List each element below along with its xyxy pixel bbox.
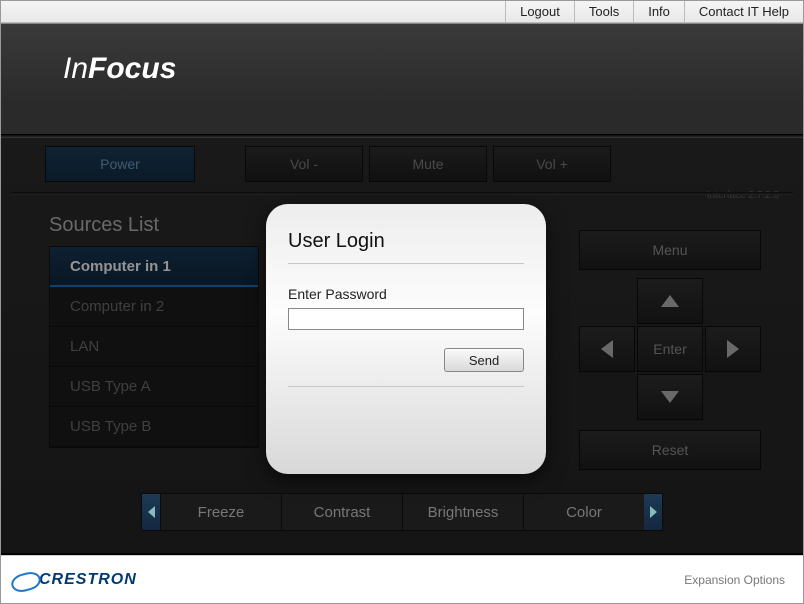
bottom-tab-strip: Freeze Contrast Brightness Color — [141, 493, 663, 531]
tab-scroll-left-button[interactable] — [142, 494, 160, 530]
footer: CRESTRON Expansion Options — [1, 555, 803, 603]
tab-freeze[interactable]: Freeze — [160, 494, 281, 530]
tab-scroll-right-button[interactable] — [644, 494, 662, 530]
send-button[interactable]: Send — [444, 348, 524, 372]
tab-brightness[interactable]: Brightness — [402, 494, 523, 530]
top-menu-bar: Logout Tools Info Contact IT Help — [1, 1, 803, 23]
password-label: Enter Password — [288, 286, 524, 302]
tab-color[interactable]: Color — [523, 494, 644, 530]
main-panel: InFocus Power Vol - Mute Vol + Interface… — [1, 23, 803, 555]
topbar-info[interactable]: Info — [633, 1, 684, 22]
topbar-contact[interactable]: Contact IT Help — [684, 1, 803, 22]
tab-contrast[interactable]: Contrast — [281, 494, 402, 530]
brand-part1: In — [63, 52, 88, 85]
expansion-options-link[interactable]: Expansion Options — [684, 573, 785, 587]
login-modal: User Login Enter Password Send — [266, 204, 546, 474]
topbar-logout[interactable]: Logout — [505, 1, 574, 22]
chevron-left-icon — [148, 506, 155, 518]
login-title: User Login — [288, 224, 524, 264]
topbar-tools[interactable]: Tools — [574, 1, 633, 22]
brand-logo: InFocus — [63, 52, 176, 86]
password-input[interactable] — [288, 308, 524, 330]
crestron-logo: CRESTRON — [11, 571, 137, 589]
brand-part2: Focus — [88, 52, 176, 85]
chevron-right-icon — [650, 506, 657, 518]
